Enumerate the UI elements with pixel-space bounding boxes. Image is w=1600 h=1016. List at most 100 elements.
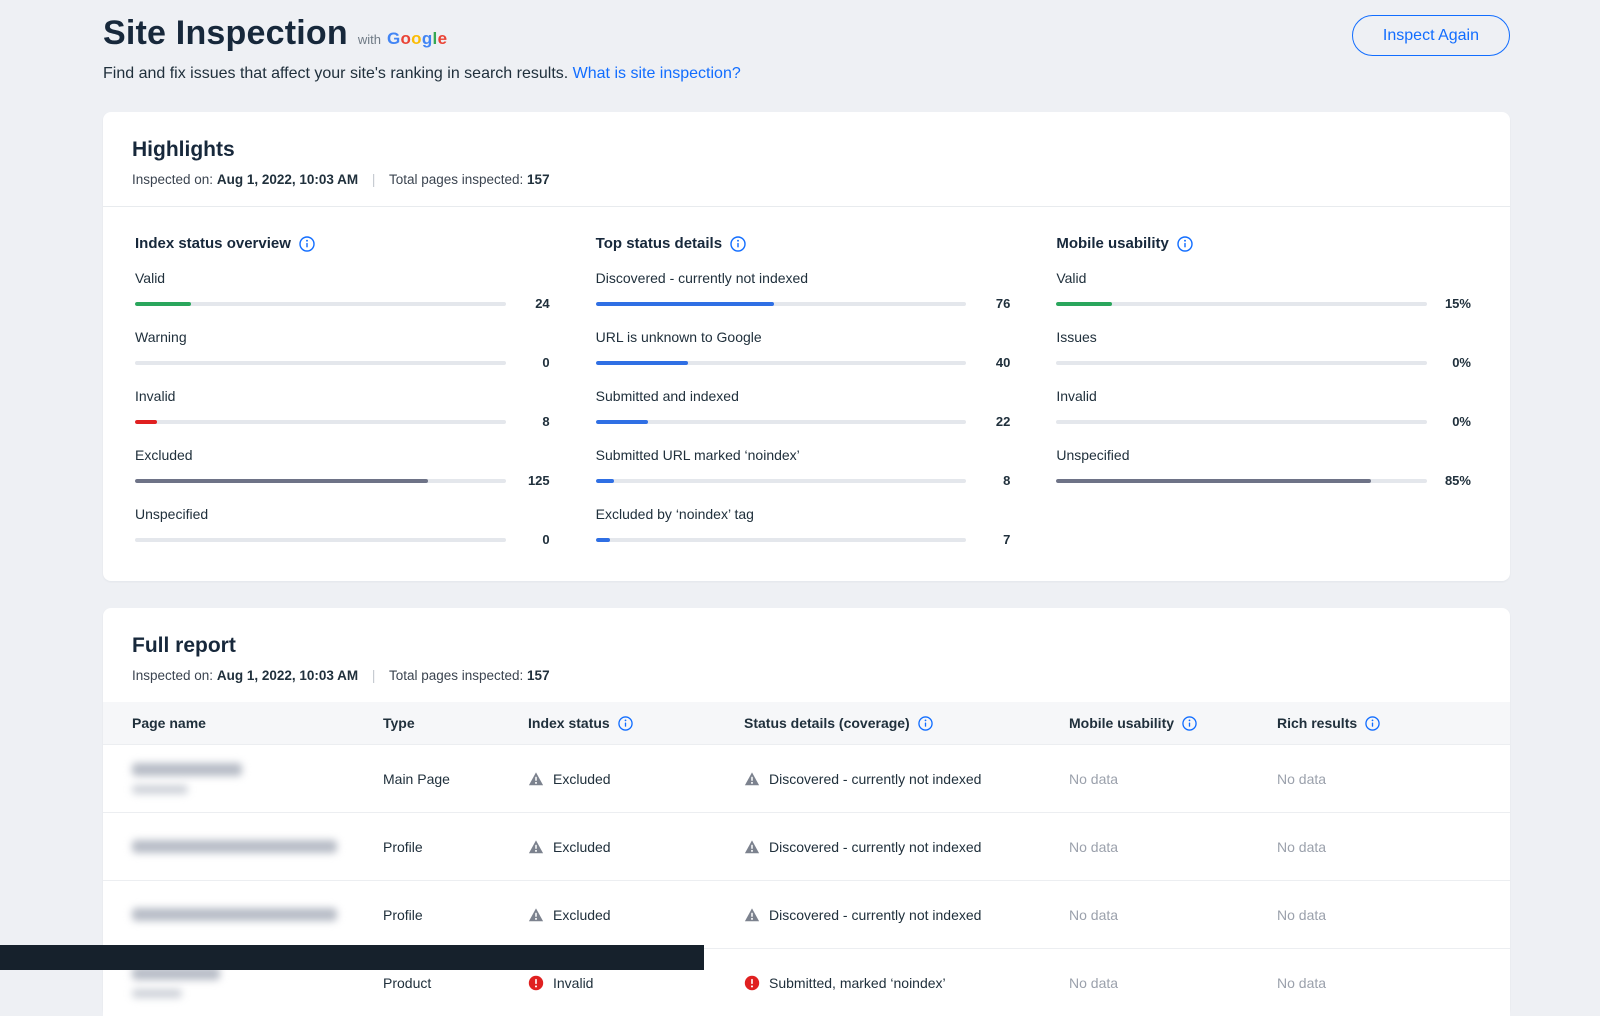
inspected-on-value: Aug 1, 2022, 10:03 AM [217,172,358,187]
status-details-text: Discovered - currently not indexed [769,771,981,787]
header-page-name: Page name [132,715,383,731]
progress-track [135,361,506,365]
info-icon[interactable] [618,716,633,731]
warning-icon [744,771,760,787]
index-status-overview-column: Index status overview Valid 24 Warning 0… [135,235,550,547]
page-name-cell[interactable] [132,763,383,794]
page-name-cell[interactable] [132,908,383,921]
info-icon[interactable] [299,236,315,252]
progress-fill [135,302,191,306]
stat-value: 15% [1427,296,1471,311]
stat-row: Invalid 0% [1056,388,1471,429]
page-name-cell[interactable] [132,840,383,853]
progress-track [135,538,506,542]
google-logo: Google [387,29,447,49]
info-icon[interactable] [1182,716,1197,731]
total-pages-value: 157 [527,668,550,683]
redacted-page-subtext [132,989,182,998]
stat-row: Unspecified 85% [1056,447,1471,488]
stat-value: 8 [506,414,550,429]
type-cell: Product [383,975,528,991]
progress-fill [1056,302,1112,306]
header-rich-results: Rich results [1277,715,1510,731]
stat-label: Unspecified [135,506,550,522]
stat-value: 8 [966,473,1010,488]
column-title: Index status overview [135,235,291,252]
progress-track [596,302,967,306]
what-is-site-inspection-link[interactable]: What is site inspection? [573,65,741,82]
report-table-header: Page name Type Index status Status detai… [103,702,1510,744]
index-status-cell: Excluded [528,839,744,855]
rich-results-cell: No data [1277,771,1510,787]
stat-row: Invalid 8 [135,388,550,429]
status-details-cell: Discovered - currently not indexed [744,839,1069,855]
info-icon[interactable] [1177,236,1193,252]
warning-icon [528,771,544,787]
table-row[interactable]: Profile Excluded Discovered - currently … [103,812,1510,880]
stat-label: Issues [1056,329,1471,345]
status-details-text: Discovered - currently not indexed [769,907,981,923]
page-header: Site Inspection with Google [103,14,1510,53]
progress-fill [596,302,774,306]
progress-track [135,302,506,306]
stat-label: Excluded [135,447,550,463]
stat-label: URL is unknown to Google [596,329,1011,345]
progress-fill [596,538,611,542]
page-name-cell[interactable] [132,967,383,998]
info-icon[interactable] [730,236,746,252]
inspected-on-label: Inspected on: [132,668,213,683]
stat-value: 7 [966,532,1010,547]
highlights-card: Highlights Inspected on: Aug 1, 2022, 10… [103,112,1510,581]
meta-separator: | [372,172,376,187]
stat-label: Invalid [135,388,550,404]
type-cell: Profile [383,839,528,855]
table-row[interactable]: Main Page Excluded Discovered - currentl… [103,744,1510,812]
redacted-page-name [132,840,337,853]
stat-row: Issues 0% [1056,329,1471,370]
status-details-text: Submitted, marked ‘noindex’ [769,975,946,991]
info-icon[interactable] [918,716,933,731]
stat-row: Unspecified 0 [135,506,550,547]
warning-icon [744,907,760,923]
rich-results-cell: No data [1277,907,1510,923]
redacted-page-name [132,908,337,921]
status-details-cell: Discovered - currently not indexed [744,771,1069,787]
rich-results-cell: No data [1277,839,1510,855]
type-cell: Profile [383,907,528,923]
index-status-text: Invalid [553,975,593,991]
stat-label: Submitted URL marked ‘noindex’ [596,447,1011,463]
index-status-cell: Excluded [528,771,744,787]
mobile-usability-cell: No data [1069,975,1277,991]
stat-label: Submitted and indexed [596,388,1011,404]
highlights-card-header: Highlights Inspected on: Aug 1, 2022, 10… [103,112,1510,206]
progress-fill [596,420,648,424]
status-details-cell: Discovered - currently not indexed [744,907,1069,923]
page-subtitle: Find and fix issues that affect your sit… [103,65,1510,83]
status-details-text: Discovered - currently not indexed [769,839,981,855]
highlights-meta: Inspected on: Aug 1, 2022, 10:03 AM | To… [132,172,1480,187]
progress-fill [596,479,615,483]
inspected-on-label: Inspected on: [132,172,213,187]
stat-row: Excluded by ‘noindex’ tag 7 [596,506,1011,547]
mobile-usability-column: Mobile usability Valid 15% Issues 0% Inv… [1056,235,1471,547]
stat-label: Unspecified [1056,447,1471,463]
mobile-usability-cell: No data [1069,839,1277,855]
stat-row: Submitted and indexed 22 [596,388,1011,429]
warning-icon [528,907,544,923]
index-status-text: Excluded [553,771,611,787]
progress-fill [135,479,428,483]
inspect-again-button[interactable]: Inspect Again [1352,15,1510,56]
highlights-title: Highlights [132,138,1480,162]
error-icon [744,975,760,991]
stat-label: Warning [135,329,550,345]
progress-fill [135,420,157,424]
progress-track [135,479,506,483]
mobile-usability-cell: No data [1069,771,1277,787]
progress-track [135,420,506,424]
stat-label: Valid [1056,270,1471,286]
info-icon[interactable] [1365,716,1380,731]
highlights-body: Index status overview Valid 24 Warning 0… [103,207,1510,581]
stat-value: 40 [966,355,1010,370]
table-row[interactable]: Profile Excluded Discovered - currently … [103,880,1510,948]
stat-label: Invalid [1056,388,1471,404]
